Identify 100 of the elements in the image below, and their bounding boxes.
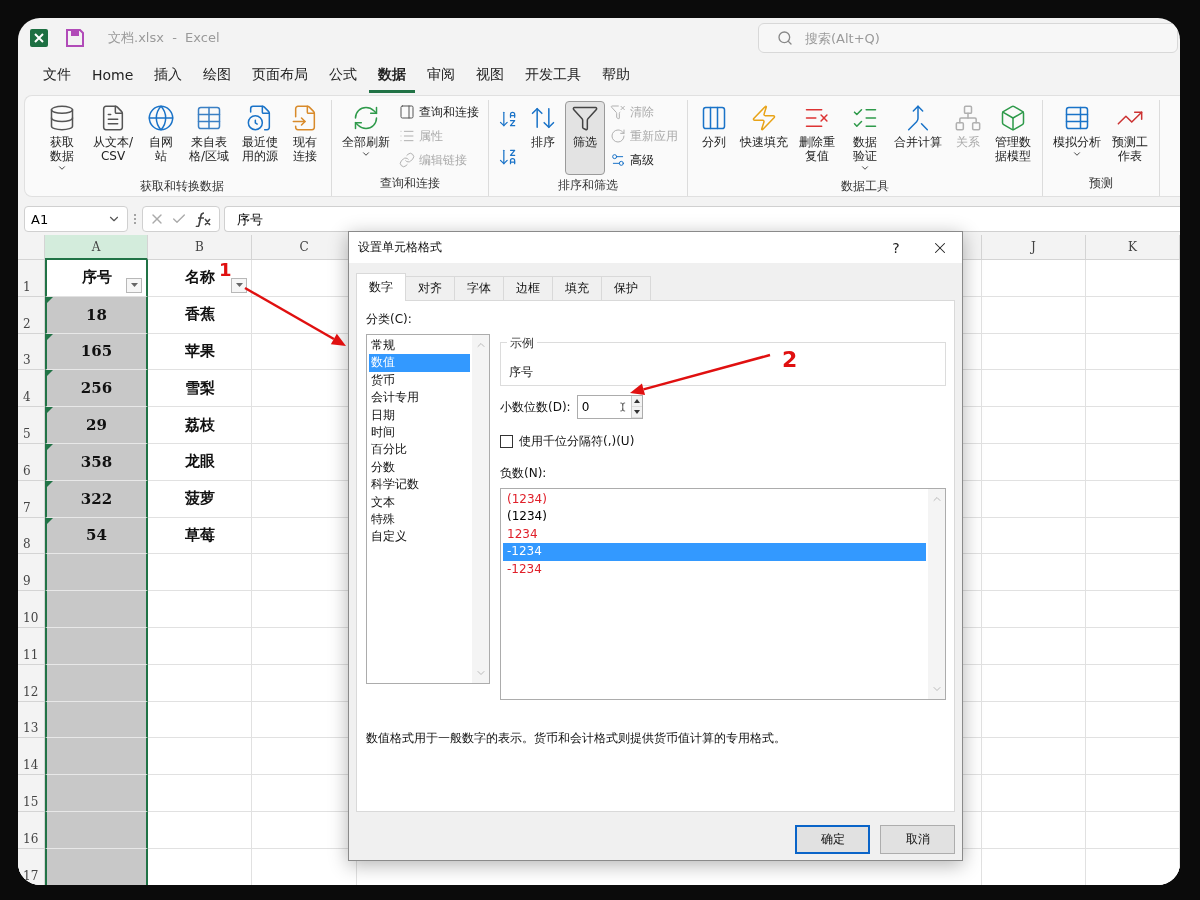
- menu-tab[interactable]: 帮助: [593, 60, 640, 93]
- negative-format-option[interactable]: (1234): [503, 491, 926, 509]
- save-icon[interactable]: [66, 29, 84, 47]
- category-item[interactable]: 分数: [369, 458, 470, 477]
- filter-dropdown-button[interactable]: [126, 277, 142, 293]
- category-item[interactable]: 百分比: [369, 441, 470, 459]
- column-header[interactable]: K: [1086, 235, 1180, 260]
- menu-tab[interactable]: 公式: [320, 60, 367, 93]
- row-header[interactable]: 16: [18, 811, 45, 849]
- row-header[interactable]: 10: [18, 591, 45, 628]
- ribbon-button[interactable]: 获取数据: [39, 101, 85, 176]
- drag-handle-icon[interactable]: [132, 212, 138, 226]
- category-item[interactable]: 常规: [369, 337, 470, 355]
- row-header[interactable]: 15: [18, 775, 45, 812]
- menu-tab[interactable]: 插入: [145, 60, 192, 93]
- globe-icon: [147, 104, 175, 132]
- window-title: 文档.xlsx - Excel: [108, 29, 220, 47]
- row-header[interactable]: 6: [18, 444, 45, 481]
- error-indicator-icon: [47, 370, 53, 377]
- spin-box[interactable]: 0: [576, 395, 643, 419]
- ribbon-button[interactable]: 全部刷新: [338, 101, 394, 162]
- ribbon-button[interactable]: 管理数据模型: [990, 101, 1036, 166]
- clear-filter-icon: [610, 104, 626, 120]
- row-header[interactable]: 8: [18, 517, 45, 555]
- checkbox[interactable]: [500, 435, 513, 448]
- search-bar[interactable]: 搜索(Alt+Q): [758, 23, 1178, 53]
- row-header[interactable]: 17: [18, 848, 45, 885]
- negative-format-option[interactable]: (1234): [503, 508, 926, 526]
- spin-up-button[interactable]: [632, 396, 642, 407]
- search-icon: [777, 30, 793, 46]
- category-list[interactable]: 常规 数值 货币 会计专用 日期 时间 百分比 分数 科学记数 文本 特殊 自定义: [366, 334, 490, 684]
- ribbon-button[interactable]: 现有连接: [285, 101, 325, 166]
- category-item[interactable]: 会计专用: [369, 389, 470, 407]
- ribbon-button[interactable]: 从文本/CSV: [87, 101, 139, 166]
- dialog-tab[interactable]: 数字: [356, 273, 406, 301]
- ribbon-button[interactable]: 模拟分析: [1049, 101, 1105, 162]
- ribbon-button[interactable]: 筛选: [565, 101, 605, 175]
- row-header[interactable]: 11: [18, 627, 45, 665]
- formula-field[interactable]: 序号: [224, 206, 1180, 232]
- column-header[interactable]: B: [148, 235, 252, 260]
- ribbon-button[interactable]: 分列: [694, 101, 734, 152]
- row-header[interactable]: 12: [18, 664, 45, 702]
- ribbon-button[interactable]: 高级: [607, 149, 681, 171]
- triangle-down-icon: [633, 410, 640, 414]
- dialog-button[interactable]: 取消: [880, 825, 955, 854]
- ribbon-button[interactable]: 排序: [523, 101, 563, 152]
- ribbon-group-title: 预测: [1088, 175, 1114, 192]
- menu-tab[interactable]: 绘图: [194, 60, 241, 93]
- menu-tab[interactable]: Home: [83, 61, 143, 92]
- ribbon-button[interactable]: 数据验证: [842, 101, 888, 176]
- ribbon-button[interactable]: 来自表格/区域: [183, 101, 235, 166]
- menu-tab[interactable]: 开发工具: [516, 60, 591, 93]
- row-header[interactable]: 3: [18, 333, 45, 371]
- row-header[interactable]: 1: [18, 260, 45, 297]
- negative-format-option[interactable]: 1234: [503, 525, 926, 544]
- category-item[interactable]: 自定义: [369, 528, 470, 546]
- category-item[interactable]: 文本: [369, 493, 470, 511]
- filter-dropdown-button[interactable]: [231, 277, 247, 293]
- table-cell: 菠萝: [148, 480, 252, 518]
- ribbon-group-title: 查询和连接: [379, 175, 441, 192]
- name-box[interactable]: A1: [24, 206, 128, 232]
- annotation-number: 1: [219, 261, 232, 279]
- ribbon-button[interactable]: 合并计算: [890, 101, 946, 152]
- menu-tab[interactable]: 文件: [34, 60, 80, 93]
- spin-down-button[interactable]: [632, 407, 642, 418]
- ribbon-button[interactable]: 预测工作表: [1107, 101, 1153, 166]
- negative-format-option[interactable]: -1234: [503, 560, 926, 578]
- row-header[interactable]: 5: [18, 407, 45, 444]
- row-header[interactable]: 2: [18, 296, 45, 334]
- search-field[interactable]: 搜索(Alt+Q): [803, 29, 1103, 47]
- triangle-up-icon: [633, 399, 640, 403]
- ribbon-button[interactable]: 自网站: [141, 101, 181, 166]
- function-icon[interactable]: [193, 211, 213, 227]
- negative-numbers-list[interactable]: (1234) (1234) 1234 -1234 -1234: [500, 488, 946, 700]
- row-header[interactable]: 14: [18, 738, 45, 776]
- ribbon-button[interactable]: 删除重复值: [794, 101, 840, 166]
- category-item[interactable]: 货币: [369, 371, 470, 390]
- row-header[interactable]: 4: [18, 370, 45, 408]
- category-item[interactable]: 时间: [369, 423, 470, 442]
- row-header[interactable]: 13: [18, 701, 45, 739]
- dialog-title: 设置单元格格式: [358, 239, 443, 256]
- dialog-button[interactable]: 确定: [795, 825, 870, 854]
- database-icon: [48, 104, 76, 132]
- ribbon-button[interactable]: 快速填充: [736, 101, 792, 152]
- help-button[interactable]: ?: [874, 232, 918, 263]
- category-item[interactable]: 日期: [369, 406, 470, 424]
- menu-tab[interactable]: 审阅: [418, 60, 465, 93]
- menu-tab[interactable]: 页面布局: [243, 60, 318, 93]
- category-item[interactable]: 特殊: [369, 510, 470, 529]
- column-header[interactable]: A: [45, 235, 148, 260]
- row-header[interactable]: 9: [18, 554, 45, 592]
- ribbon-button[interactable]: 最近使用的源: [237, 101, 283, 166]
- category-item[interactable]: 科学记数: [369, 476, 470, 494]
- row-header[interactable]: 7: [18, 480, 45, 518]
- category-label: 分类(C):: [366, 311, 413, 328]
- ribbon-button[interactable]: 查询和连接: [396, 101, 482, 123]
- dialog-tab[interactable]: 保护: [601, 276, 651, 301]
- menu-tab[interactable]: 视图: [467, 60, 514, 93]
- column-header[interactable]: J: [982, 235, 1086, 260]
- error-indicator-icon: [47, 407, 53, 414]
